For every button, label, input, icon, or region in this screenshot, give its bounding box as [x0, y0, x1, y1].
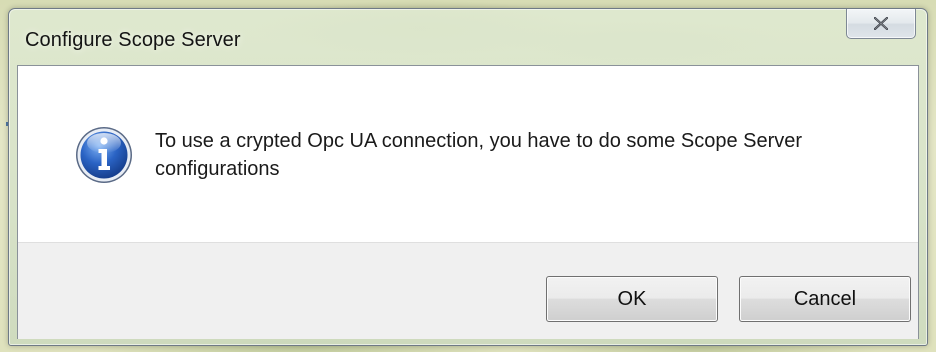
close-button[interactable]: [846, 9, 916, 39]
dialog-window: Configure Scope Server To use a crypted …: [8, 8, 928, 346]
message-text: To use a crypted Opc UA connection, you …: [155, 130, 803, 180]
window-title: Configure Scope Server: [25, 29, 241, 51]
message-area: To use a crypted Opc UA connection, you …: [18, 66, 918, 242]
background-edge-mark: [6, 122, 8, 126]
cancel-button[interactable]: Cancel: [739, 276, 911, 322]
ok-button[interactable]: OK: [546, 276, 718, 322]
dialog-client-area: To use a crypted Opc UA connection, you …: [17, 65, 919, 339]
info-icon: [76, 127, 132, 183]
button-bar: OK Cancel: [18, 242, 918, 339]
close-icon: [874, 17, 888, 30]
